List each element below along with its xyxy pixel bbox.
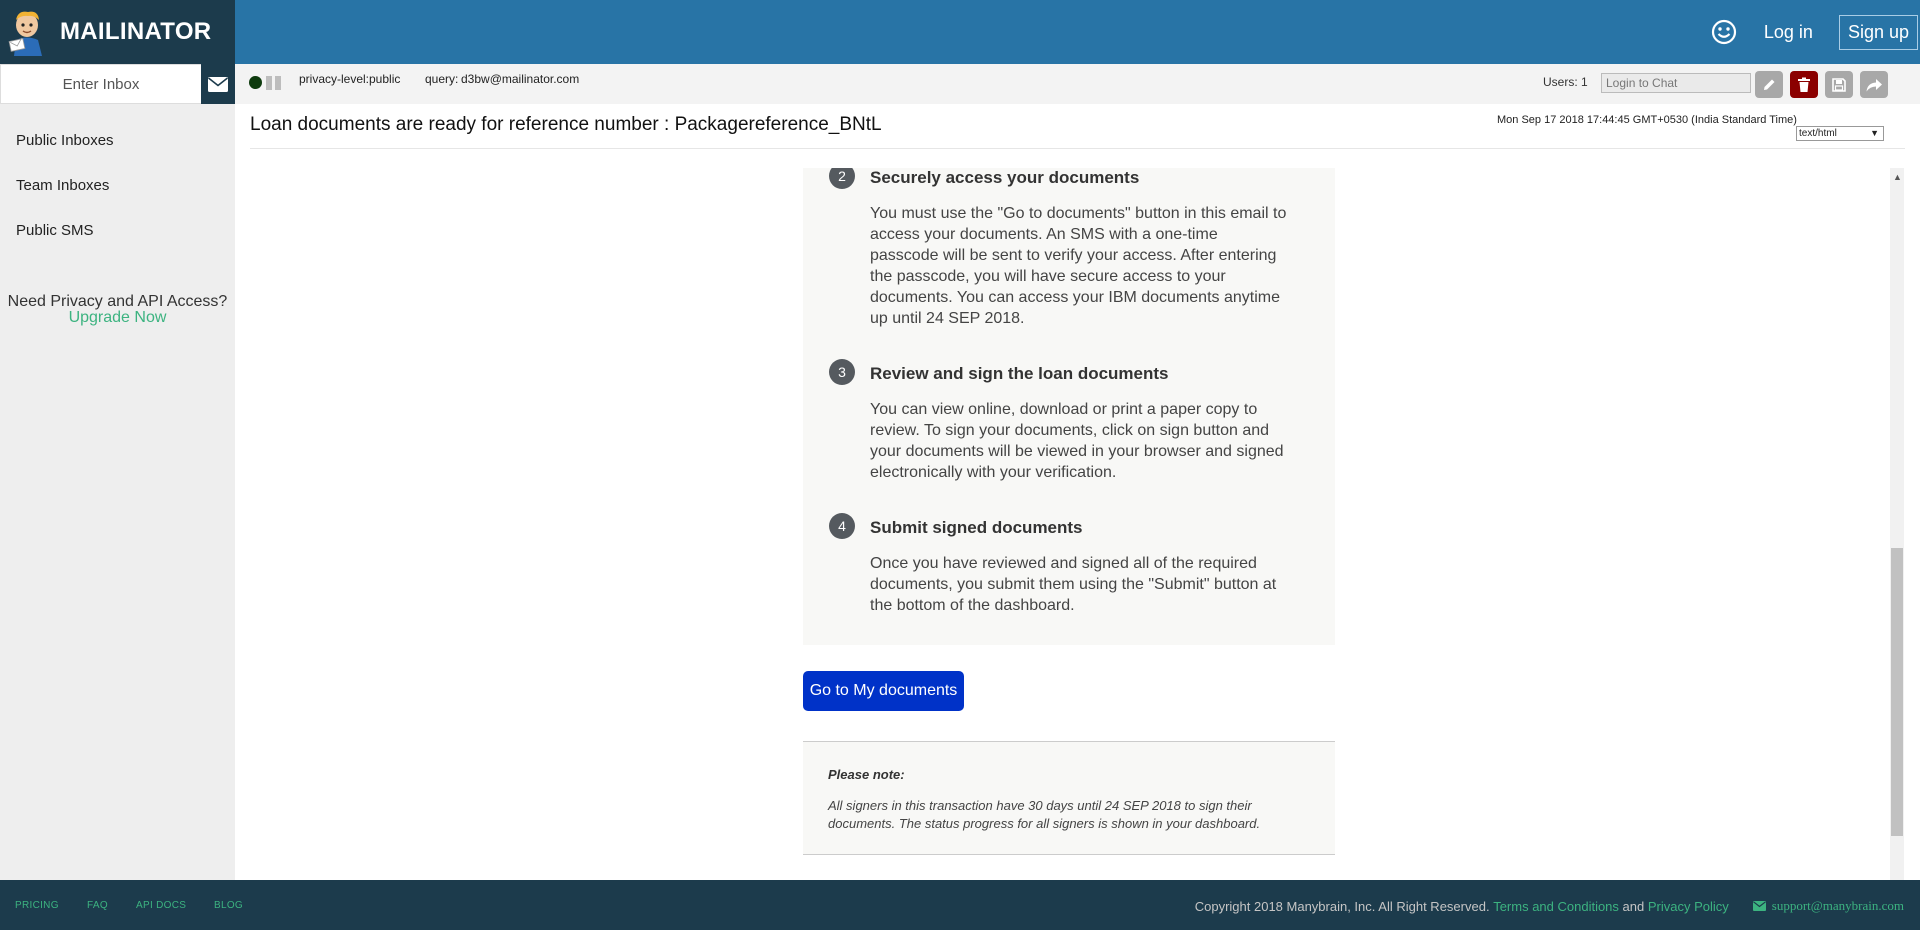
step-line: You can view online, download or print a… (870, 401, 1258, 418)
step-line: the bottom of the dashboard. (870, 597, 1075, 614)
step-line: Once you have reviewed and signed all of… (870, 555, 1257, 572)
step-description: Once you have reviewed and signed all of… (870, 553, 1320, 616)
sidebar: Public Inboxes Team Inboxes Public SMS N… (0, 64, 235, 880)
pencil-icon (1764, 79, 1775, 90)
message-subject: Loan documents are ready for reference n… (250, 114, 882, 135)
step-title: Submit signed documents (870, 518, 1083, 537)
step-description: You can view online, download or print a… (870, 399, 1320, 483)
brand[interactable]: MAILINATOR (0, 0, 235, 64)
format-select[interactable]: text/html ▼ (1796, 126, 1884, 141)
delete-button[interactable] (1790, 71, 1818, 98)
query-label: query: (425, 72, 459, 86)
privacy-level-value: public (369, 72, 401, 86)
login-link[interactable]: Log in (1764, 22, 1813, 43)
header-actions: Log in Sign up (1710, 0, 1920, 64)
forward-button[interactable] (1860, 71, 1888, 98)
footer-legal: Copyright 2018 Manybrain, Inc. All Right… (1195, 898, 1904, 914)
share-icon (1866, 78, 1882, 91)
chevron-down-icon: ▼ (1870, 128, 1879, 138)
step-number: 2 (829, 168, 855, 189)
privacy-policy-link[interactable]: Privacy Policy (1648, 899, 1729, 914)
footer-link-faq[interactable]: FAQ (87, 900, 108, 911)
step-description: You must use the "Go to documents" butto… (870, 203, 1320, 329)
inbox-search (0, 64, 235, 104)
format-select-value: text/html (1799, 128, 1837, 139)
note-line: All signers in this transaction have 30 … (828, 798, 1252, 813)
message-scrollbar[interactable]: ▲ (1890, 168, 1904, 880)
step-number: 4 (829, 513, 855, 539)
note-panel: Please note: All signers in this transac… (803, 741, 1335, 855)
scroll-up-arrow-icon[interactable]: ▲ (1893, 172, 1902, 182)
step-title: Review and sign the loan documents (870, 364, 1169, 383)
scrollbar-thumb[interactable] (1891, 548, 1903, 836)
and-text: and (1622, 898, 1645, 914)
message-body: 2 Securely access your documents You mus… (250, 168, 1890, 880)
note-line: documents. The status progress for all s… (828, 816, 1261, 831)
envelope-icon (208, 76, 228, 92)
step-title: Securely access your documents (870, 168, 1140, 187)
pause-icon[interactable] (266, 76, 282, 90)
steps-panel: 2 Securely access your documents You mus… (803, 168, 1335, 645)
save-button[interactable] (1825, 71, 1853, 98)
step-number: 3 (829, 359, 855, 385)
note-body: All signers in this transaction have 30 … (828, 797, 1318, 833)
live-status-indicator (249, 76, 262, 89)
step-line: access your documents. An SMS with a one… (870, 226, 1218, 243)
footer: PRICING FAQ API DOCS BLOG Copyright 2018… (0, 880, 1920, 930)
step-line: review. To sign your documents, click on… (870, 422, 1270, 439)
signup-button[interactable]: Sign up (1838, 14, 1918, 50)
note-title: Please note: (828, 767, 905, 782)
step-line: documents, you submit them using the "Su… (870, 576, 1277, 593)
inbox-input[interactable] (0, 64, 201, 104)
go-inbox-button[interactable] (201, 64, 235, 104)
mailinator-logo-icon (8, 11, 42, 56)
copyright-text: Copyright 2018 Manybrain, Inc. All Right… (1194, 898, 1490, 914)
chat-login-input[interactable] (1601, 73, 1751, 93)
footer-link-api-docs[interactable]: API DOCS (136, 900, 186, 911)
step-line: up until 24 SEP 2018. (870, 310, 1025, 327)
mail-icon (1752, 901, 1766, 911)
upgrade-link[interactable]: Upgrade Now (0, 309, 235, 327)
query-value: d3bw@mailinator.com (461, 72, 580, 86)
subject-divider (250, 148, 1905, 149)
sidebar-item-public-sms[interactable]: Public SMS (16, 222, 94, 239)
edit-button[interactable] (1755, 71, 1783, 98)
message-date: Mon Sep 17 2018 17:44:45 GMT+0530 (India… (1497, 114, 1797, 126)
brand-name: MAILINATOR (60, 18, 212, 45)
sidebar-item-public-inboxes[interactable]: Public Inboxes (16, 132, 114, 149)
privacy-level-label: privacy-level: (299, 72, 370, 86)
step-line: You must use the "Go to documents" butto… (870, 205, 1287, 222)
step-line: electronically with your verification. (870, 464, 1117, 481)
top-bar: MAILINATOR Log in Sign up (0, 0, 1920, 64)
terms-link[interactable]: Terms and Conditions (1493, 899, 1619, 914)
footer-link-pricing[interactable]: PRICING (15, 900, 59, 911)
sidebar-item-team-inboxes[interactable]: Team Inboxes (16, 177, 109, 194)
footer-link-blog[interactable]: BLOG (214, 900, 243, 911)
users-count: Users: 1 (1543, 75, 1588, 89)
step-line: documents. You can access your IBM docum… (870, 289, 1280, 306)
trash-icon (1798, 77, 1810, 92)
step-line: your documents will be viewed in your br… (870, 443, 1284, 460)
save-icon (1832, 77, 1846, 92)
step-line: passcode will be sent to verify your acc… (870, 247, 1277, 264)
smiley-icon[interactable] (1710, 18, 1738, 46)
go-to-documents-button[interactable]: Go to My documents (803, 671, 964, 711)
step-line: the passcode, you will have secure acces… (870, 268, 1226, 285)
inbox-toolbar: privacy-level: public query: d3bw@mailin… (235, 64, 1920, 104)
support-email-link[interactable]: support@manybrain.com (1772, 898, 1904, 914)
